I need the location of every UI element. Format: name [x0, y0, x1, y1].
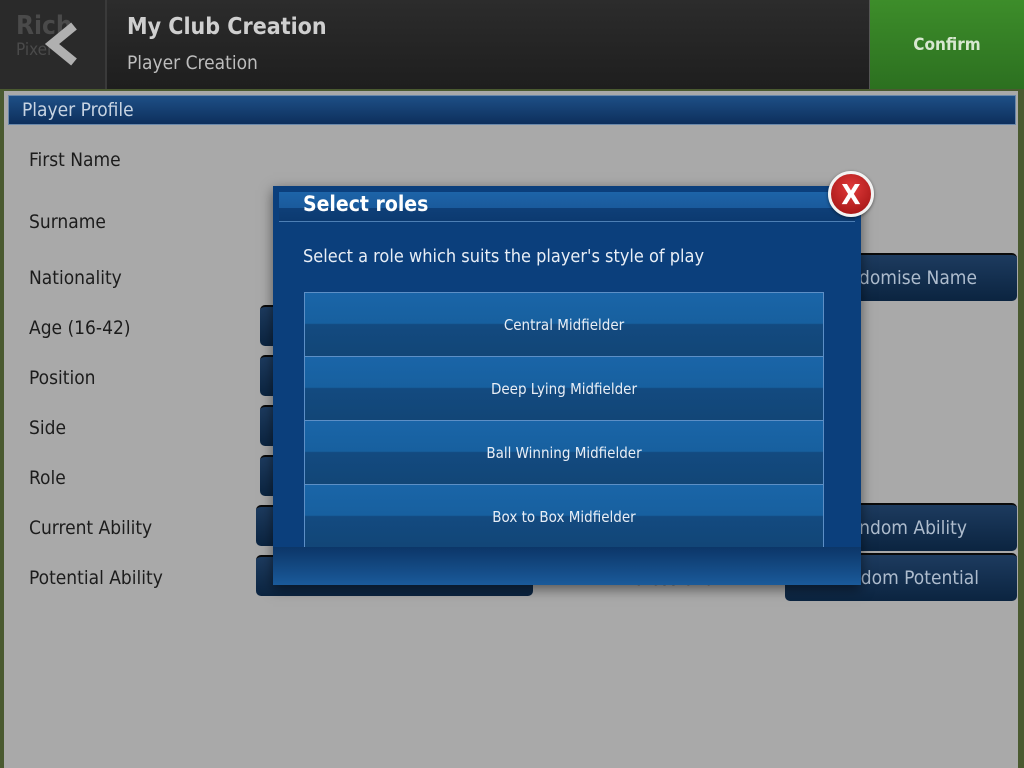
close-button[interactable]: X	[828, 171, 874, 217]
page-title: My Club Creation	[127, 14, 327, 40]
label-age: Age (16-42)	[29, 317, 131, 339]
close-x-icon: X	[841, 177, 861, 211]
label-current-ability: Current Ability	[29, 517, 153, 539]
label-first-name: First Name	[29, 149, 121, 171]
label-potential-ability: Potential Ability	[29, 567, 163, 589]
role-option[interactable]: Deep Lying Midfielder	[304, 356, 824, 420]
section-header: Player Profile	[8, 95, 1016, 125]
label-surname: Surname	[29, 211, 106, 233]
label-position: Position	[29, 367, 96, 389]
role-option[interactable]: Box to Box Midfielder	[304, 484, 824, 547]
select-roles-dialog: Select roles Select a role which suits t…	[273, 186, 861, 585]
label-role: Role	[29, 467, 66, 489]
role-option[interactable]: Ball Winning Midfielder	[304, 420, 824, 484]
label-nationality: Nationality	[29, 267, 122, 289]
chevron-left-icon	[44, 22, 77, 66]
role-list[interactable]: Central Midfielder Deep Lying Midfielder…	[304, 292, 824, 547]
page-subtitle: Player Creation	[127, 52, 258, 74]
role-option[interactable]: Central Midfielder	[304, 292, 824, 356]
back-button[interactable]: Rich Pixel	[0, 0, 107, 89]
label-side: Side	[29, 417, 66, 439]
dialog-title: Select roles	[303, 192, 429, 216]
confirm-button[interactable]: Confirm	[869, 0, 1024, 89]
dialog-footer	[273, 547, 861, 585]
dialog-subtitle: Select a role which suits the player's s…	[303, 246, 705, 267]
top-bar: Rich Pixel My Club Creation Player Creati…	[0, 0, 869, 89]
